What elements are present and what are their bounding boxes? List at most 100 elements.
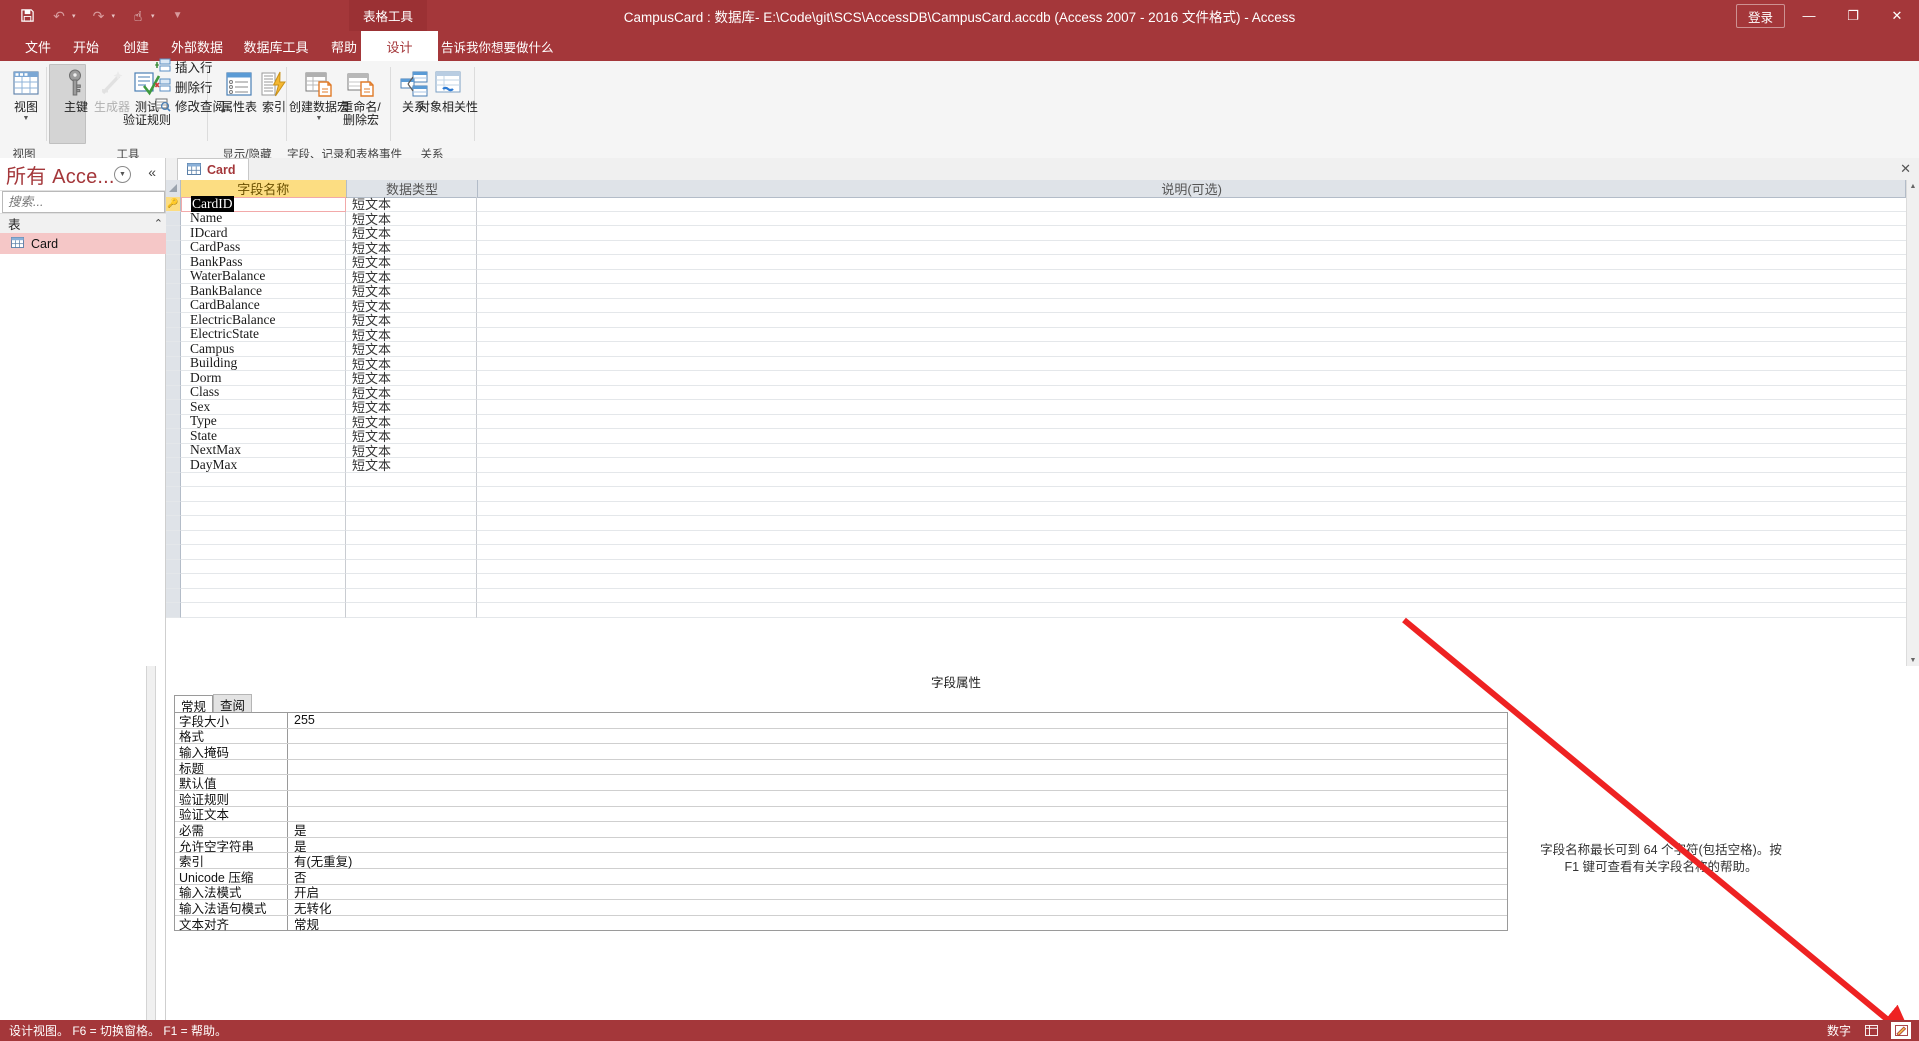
description-cell[interactable] bbox=[477, 545, 1906, 560]
row-selector[interactable] bbox=[166, 255, 181, 270]
double-chevron-left-icon[interactable]: « bbox=[148, 164, 156, 180]
row-selector[interactable] bbox=[166, 487, 181, 502]
data-type-cell[interactable] bbox=[346, 472, 477, 487]
description-cell[interactable] bbox=[477, 487, 1906, 502]
sign-in-button[interactable]: 登录 bbox=[1735, 4, 1785, 28]
table-row-empty[interactable] bbox=[166, 516, 1906, 531]
table-row[interactable]: Dorm 短文本 bbox=[166, 370, 1906, 386]
column-header-desc[interactable]: 说明(可选) bbox=[478, 180, 1907, 198]
table-row[interactable]: Building 短文本 bbox=[166, 355, 1906, 372]
undo-dropdown-icon[interactable]: ▾ bbox=[72, 12, 76, 20]
row-selector[interactable] bbox=[166, 472, 181, 487]
table-row[interactable]: NextMax 短文本 bbox=[166, 442, 1906, 459]
property-value[interactable]: 255 bbox=[288, 713, 1507, 728]
description-cell[interactable] bbox=[477, 400, 1906, 415]
data-type-cell[interactable] bbox=[346, 530, 477, 545]
row-selector[interactable] bbox=[166, 313, 181, 328]
description-cell[interactable] bbox=[477, 313, 1906, 328]
description-cell[interactable] bbox=[477, 357, 1906, 371]
chevron-down-circle-icon[interactable]: ▼ bbox=[114, 166, 131, 183]
field-name-cell[interactable] bbox=[181, 472, 346, 487]
data-type-cell[interactable]: 短文本 bbox=[346, 458, 477, 473]
tab-4[interactable]: 数据库工具 bbox=[227, 31, 325, 61]
property-value[interactable] bbox=[288, 744, 1507, 759]
table-row[interactable]: Sex 短文本 bbox=[166, 399, 1906, 415]
data-type-cell[interactable] bbox=[346, 588, 477, 603]
view-button[interactable]: 视图 ▼ bbox=[2, 64, 50, 122]
description-cell[interactable] bbox=[477, 531, 1906, 545]
row-selector[interactable] bbox=[166, 385, 181, 400]
object-dependencies-button[interactable]: 对象相关性 bbox=[418, 64, 478, 114]
property-value[interactable] bbox=[288, 807, 1507, 822]
search-input[interactable] bbox=[3, 194, 173, 210]
field-name-cell[interactable] bbox=[181, 487, 346, 502]
row-selector[interactable] bbox=[166, 356, 181, 371]
property-value[interactable] bbox=[288, 729, 1507, 744]
data-type-cell[interactable] bbox=[346, 603, 477, 618]
row-selector[interactable] bbox=[166, 298, 181, 313]
description-cell[interactable] bbox=[477, 473, 1906, 487]
description-cell[interactable] bbox=[477, 444, 1906, 458]
description-cell[interactable] bbox=[477, 502, 1906, 516]
table-row[interactable]: Class 短文本 bbox=[166, 384, 1906, 401]
table-row-empty[interactable] bbox=[166, 530, 1906, 545]
table-row[interactable]: DayMax 短文本 bbox=[166, 457, 1906, 473]
description-cell[interactable] bbox=[477, 415, 1906, 429]
redo-dropdown-icon[interactable]: ▾ bbox=[112, 12, 116, 20]
row-selector[interactable] bbox=[166, 284, 181, 299]
nav-group-header-tables[interactable]: 表 ⌃ bbox=[0, 213, 173, 234]
data-type-cell[interactable] bbox=[346, 545, 477, 560]
field-name-cell[interactable] bbox=[181, 530, 346, 545]
data-type-cell[interactable] bbox=[346, 559, 477, 574]
grid-corner-selector[interactable] bbox=[166, 180, 181, 198]
designer-vertical-scrollbar[interactable]: ▲ ▼ bbox=[1906, 180, 1919, 666]
description-cell[interactable] bbox=[477, 284, 1906, 299]
description-cell[interactable] bbox=[477, 589, 1906, 603]
row-selector[interactable] bbox=[166, 327, 181, 342]
properties-splitter[interactable] bbox=[146, 666, 156, 1020]
datasheet-view-button[interactable] bbox=[1861, 1022, 1881, 1039]
table-row-empty[interactable] bbox=[166, 545, 1906, 560]
table-row[interactable]: BankPass 短文本 bbox=[166, 254, 1906, 270]
description-cell[interactable] bbox=[477, 516, 1906, 531]
description-cell[interactable] bbox=[477, 560, 1906, 574]
property-value[interactable]: 开启 bbox=[288, 885, 1507, 900]
property-value[interactable]: 常规 bbox=[288, 916, 1507, 932]
property-value[interactable]: 是 bbox=[288, 822, 1507, 838]
row-selector[interactable] bbox=[166, 342, 181, 357]
scroll-down-icon[interactable]: ▼ bbox=[1907, 654, 1919, 666]
row-selector[interactable] bbox=[166, 443, 181, 458]
insert-row-button[interactable]: 插入行 bbox=[155, 57, 213, 76]
property-value[interactable] bbox=[288, 791, 1507, 806]
row-selector[interactable] bbox=[166, 516, 181, 531]
table-row[interactable]: IDcard 短文本 bbox=[166, 225, 1906, 241]
description-cell[interactable] bbox=[477, 241, 1906, 255]
description-cell[interactable] bbox=[477, 270, 1906, 284]
row-selector[interactable] bbox=[166, 603, 181, 618]
chevron-down-icon[interactable]: ▼ bbox=[316, 115, 323, 122]
row-selector[interactable] bbox=[166, 458, 181, 473]
table-row[interactable]: CardBalance 短文本 bbox=[166, 297, 1906, 314]
table-row[interactable]: State 短文本 bbox=[166, 428, 1906, 444]
rename-delete-macro-button[interactable]: 重命名/删除宏 bbox=[337, 64, 385, 127]
data-type-cell[interactable] bbox=[346, 501, 477, 516]
description-cell[interactable] bbox=[477, 429, 1906, 444]
row-selector[interactable] bbox=[166, 530, 181, 545]
touch-mode-icon[interactable]: ☝ bbox=[129, 7, 147, 25]
property-value[interactable]: 否 bbox=[288, 869, 1507, 885]
maximize-button[interactable]: ❐ bbox=[1831, 0, 1875, 31]
table-row-empty[interactable] bbox=[166, 603, 1906, 618]
table-row-empty[interactable] bbox=[166, 574, 1906, 589]
description-cell[interactable] bbox=[477, 342, 1906, 357]
field-name-cell[interactable] bbox=[181, 516, 346, 531]
row-selector[interactable] bbox=[166, 588, 181, 603]
chevron-down-icon[interactable]: ▼ bbox=[23, 115, 30, 122]
row-selector[interactable] bbox=[166, 501, 181, 516]
description-cell[interactable] bbox=[477, 197, 1906, 212]
data-type-cell[interactable] bbox=[346, 487, 477, 502]
table-row[interactable]: WaterBalance 短文本 bbox=[166, 268, 1906, 285]
table-row-empty[interactable] bbox=[166, 501, 1906, 516]
table-row[interactable]: ElectricState 短文本 bbox=[166, 326, 1906, 343]
table-row-empty[interactable] bbox=[166, 559, 1906, 574]
description-cell[interactable] bbox=[477, 328, 1906, 342]
